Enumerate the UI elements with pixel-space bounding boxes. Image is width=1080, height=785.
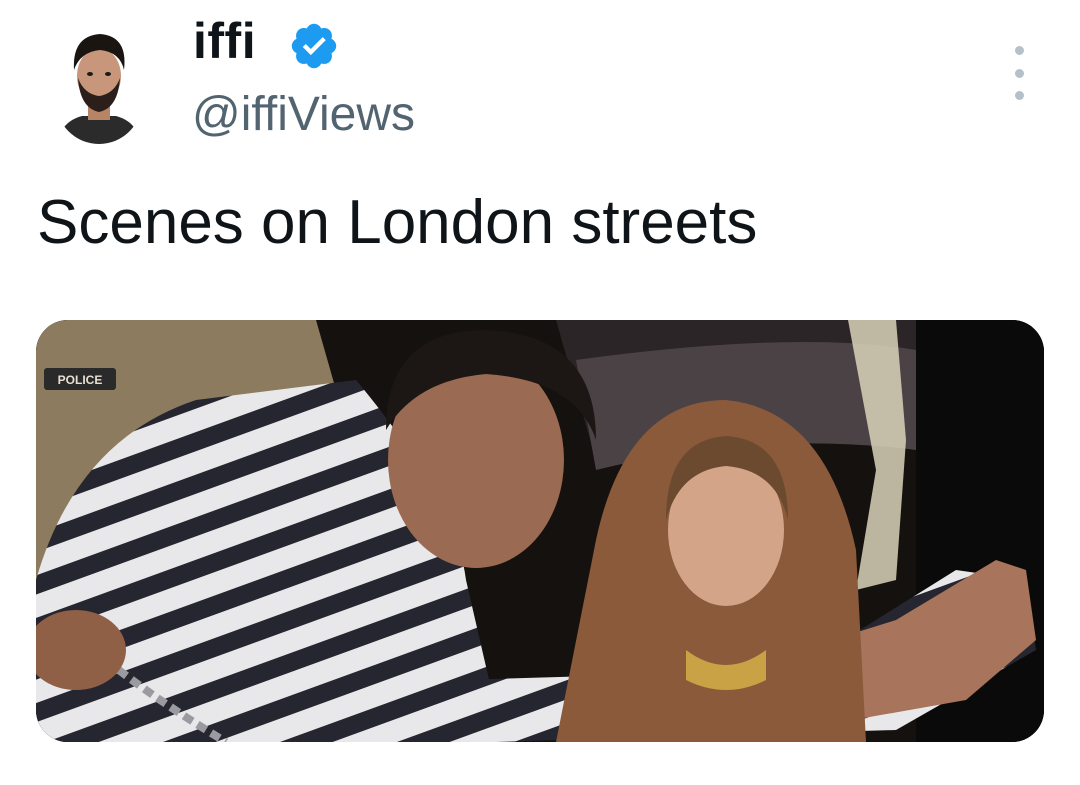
more-dot: [1014, 68, 1024, 78]
tweet-text: Scenes on London streets: [37, 188, 758, 257]
verified-badge-icon: [291, 23, 337, 69]
photo-illustration: POLICE: [36, 320, 1044, 742]
more-dot: [1014, 46, 1024, 55]
avatar-photo: [56, 22, 142, 144]
author-avatar[interactable]: [56, 22, 142, 144]
more-dot: [1014, 91, 1024, 100]
author-handle[interactable]: @iffiViews: [192, 84, 415, 146]
tweet-media-image[interactable]: POLICE: [36, 320, 1044, 742]
police-patch-text: POLICE: [58, 373, 103, 387]
more-options-icon[interactable]: [1002, 46, 1036, 100]
author-display-name[interactable]: iffi: [193, 10, 256, 72]
